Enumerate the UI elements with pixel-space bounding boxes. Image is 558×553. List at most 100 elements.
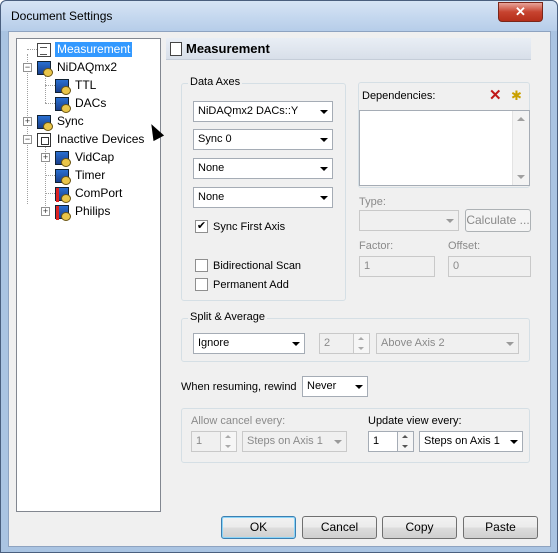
offset-field[interactable]: 0 <box>448 256 531 277</box>
checkbox-label: Sync First Axis <box>213 220 286 233</box>
resume-select[interactable]: Never <box>302 376 368 397</box>
tree-line <box>45 73 46 103</box>
permanent-add-checkbox[interactable]: Permanent Add <box>195 278 289 291</box>
document-icon <box>37 42 51 57</box>
tree-item-dacs[interactable]: DACs <box>55 95 108 113</box>
device-icon <box>37 60 53 77</box>
scrollbar[interactable] <box>512 111 529 185</box>
split-position-select[interactable]: Above Axis 2 <box>376 333 519 354</box>
update-view-spinner[interactable] <box>397 431 414 452</box>
split-count-field[interactable]: 2 <box>319 333 357 354</box>
document-icon <box>170 42 182 56</box>
expand-icon[interactable]: + <box>23 117 32 126</box>
scroll-up-icon[interactable] <box>517 117 525 121</box>
allow-cancel-count-field[interactable]: 1 <box>191 431 221 452</box>
tree-line <box>45 103 55 104</box>
dialog-client: Measurement − NiDAQmx2 TTL DACs + Sync − <box>8 31 551 547</box>
tree-item-label: Philips <box>75 204 111 218</box>
axis-3-select[interactable]: None <box>193 158 333 179</box>
tree-item-label: Timer <box>75 168 106 182</box>
collapse-icon[interactable]: − <box>23 135 32 144</box>
delete-icon[interactable]: ✕ <box>489 88 502 103</box>
update-view-unit-select[interactable]: Steps on Axis 1 <box>419 431 523 452</box>
checkbox-label: Bidirectional Scan <box>213 259 302 272</box>
checkbox-label: Permanent Add <box>213 278 289 291</box>
close-icon: ✕ <box>515 4 526 19</box>
factor-label: Factor: <box>359 240 394 252</box>
settings-tree[interactable]: Measurement − NiDAQmx2 TTL DACs + Sync − <box>16 38 161 512</box>
checkbox-box <box>195 259 208 272</box>
dependencies-list[interactable] <box>359 110 530 186</box>
update-view-label: Update view every: <box>368 415 462 427</box>
factor-field[interactable]: 1 <box>359 256 435 277</box>
device-warning-icon <box>55 204 71 221</box>
allow-cancel-spinner[interactable] <box>220 431 237 452</box>
tree-item-comport[interactable]: ComPort <box>55 185 124 203</box>
ok-button[interactable]: OK <box>221 516 296 539</box>
offset-label: Offset: <box>448 240 481 252</box>
cancel-button[interactable]: Cancel <box>302 516 377 539</box>
split-mode-select[interactable]: Ignore <box>193 333 305 354</box>
tree-item-philips[interactable]: Philips <box>55 203 112 221</box>
tree-item-timer[interactable]: Timer <box>55 167 107 185</box>
expand-icon[interactable]: + <box>41 153 50 162</box>
tree-item-vidcap[interactable]: VidCap <box>55 149 116 167</box>
tree-line <box>27 49 37 50</box>
tree-item-measurement[interactable]: Measurement <box>37 41 133 58</box>
chevron-down-icon <box>316 130 332 149</box>
collapse-icon[interactable]: − <box>23 63 32 72</box>
tree-line <box>27 54 28 204</box>
tree-item-nidaqmx2[interactable]: NiDAQmx2 <box>37 59 119 77</box>
chevron-down-icon <box>442 211 458 230</box>
scroll-down-icon[interactable] <box>517 175 525 179</box>
chevron-down-icon <box>330 432 346 451</box>
device-icon <box>55 168 71 185</box>
type-label: Type: <box>359 196 386 208</box>
chevron-down-icon <box>316 102 332 121</box>
dialog-window: Document Settings ✕ Measurement − NiDAQm… <box>0 0 558 553</box>
dependencies-label: Dependencies: <box>362 90 436 102</box>
bidirectional-scan-checkbox[interactable]: Bidirectional Scan <box>195 259 301 272</box>
axis-2-select[interactable]: Sync 0 <box>193 129 333 150</box>
tree-item-sync[interactable]: Sync <box>37 113 86 131</box>
expand-icon[interactable]: + <box>41 207 50 216</box>
split-count-spinner[interactable] <box>353 333 370 354</box>
window-title: Document Settings <box>11 9 113 23</box>
chevron-down-icon <box>316 188 332 207</box>
type-select[interactable] <box>359 210 459 231</box>
axis-4-select[interactable]: None <box>193 187 333 208</box>
data-axes-group: Data Axes NiDAQmx2 DACs::Y Sync 0 None N… <box>181 76 346 301</box>
tree-line <box>45 175 55 176</box>
chevron-down-icon <box>506 432 522 451</box>
tree-item-inactive-devices[interactable]: Inactive Devices <box>37 131 146 148</box>
split-average-group: Split & Average Ignore 2 Above Axis 2 <box>181 311 530 362</box>
title-bar[interactable]: Document Settings ✕ <box>1 1 557 31</box>
inactive-devices-icon <box>37 132 51 147</box>
paste-button[interactable]: Paste <box>463 516 538 539</box>
chevron-down-icon <box>316 159 332 178</box>
tree-line <box>45 85 55 86</box>
device-icon <box>37 114 53 131</box>
axis-1-select[interactable]: NiDAQmx2 DACs::Y <box>193 101 333 122</box>
tree-item-label: Measurement <box>55 42 133 57</box>
sync-first-axis-checkbox[interactable]: ✔ Sync First Axis <box>195 220 285 233</box>
group-title: Data Axes <box>188 76 243 88</box>
device-warning-icon <box>55 186 71 203</box>
copy-button[interactable]: Copy <box>382 516 457 539</box>
tree-item-label: ComPort <box>75 186 123 200</box>
tree-item-ttl[interactable]: TTL <box>55 77 98 95</box>
group-title: Split & Average <box>188 311 268 323</box>
tree-item-label: TTL <box>75 78 97 92</box>
new-item-icon[interactable]: ✱ <box>511 88 522 103</box>
panel-title: Measurement <box>186 41 270 56</box>
device-icon <box>55 96 71 113</box>
update-view-count-field[interactable]: 1 <box>368 431 398 452</box>
calculate-button[interactable]: Calculate ... <box>465 209 531 232</box>
allow-cancel-unit-select[interactable]: Steps on Axis 1 <box>242 431 347 452</box>
checkbox-box <box>195 278 208 291</box>
device-icon <box>55 150 71 167</box>
tree-item-label: VidCap <box>75 150 115 164</box>
resume-label: When resuming, rewind <box>181 381 297 393</box>
checkbox-box: ✔ <box>195 220 208 233</box>
close-button[interactable]: ✕ <box>498 2 543 22</box>
